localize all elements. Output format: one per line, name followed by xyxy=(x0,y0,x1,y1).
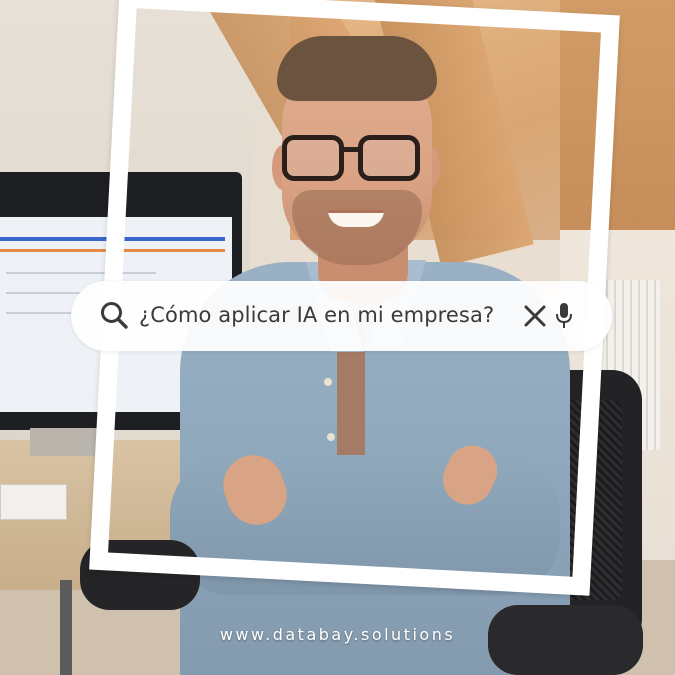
monitor-stand xyxy=(30,428,100,456)
search-query[interactable]: ¿Cómo aplicar IA en mi empresa? xyxy=(139,303,494,327)
close-icon[interactable] xyxy=(523,304,547,328)
search-icon[interactable] xyxy=(99,300,129,330)
website-url: www.databay.solutions xyxy=(219,625,456,644)
search-bar[interactable]: ¿Cómo aplicar IA en mi empresa? xyxy=(71,281,612,351)
ad-canvas: ¿Cómo aplicar IA en mi empresa? www.data… xyxy=(0,0,675,675)
keyboard xyxy=(0,484,67,520)
microphone-icon[interactable] xyxy=(555,302,573,330)
